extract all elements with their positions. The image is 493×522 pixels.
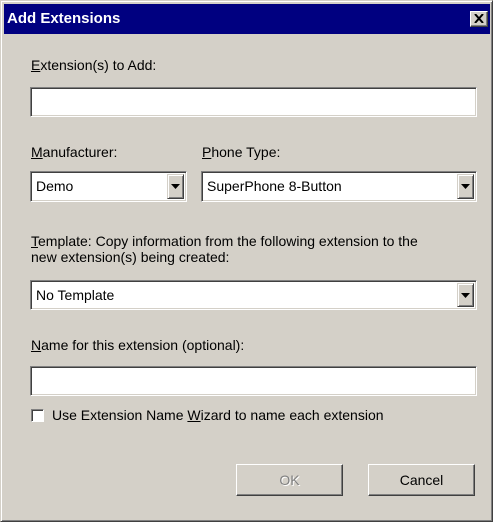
manufacturer-label: Manufacturer: [31,144,118,160]
name-wizard-checkbox-label[interactable]: Use Extension Name Wizard to name each e… [52,407,384,423]
phone-type-select[interactable]: SuperPhone 8-Button [201,171,477,202]
extension-name-input[interactable] [30,366,477,396]
ok-button[interactable]: OK [236,464,343,496]
template-selected-value: No Template [36,287,115,303]
manufacturer-selected-value: Demo [36,178,74,194]
extensions-to-add-input[interactable] [30,87,477,117]
template-label: Template: Copy information from the foll… [31,233,418,265]
template-dropdown-button[interactable] [457,283,474,307]
phone-type-selected-value: SuperPhone 8-Button [207,178,342,194]
title-bar[interactable]: Add Extensions [4,4,490,34]
phone-type-label: Phone Type: [202,144,281,160]
extension-name-label: Name for this extension (optional): [31,337,245,353]
close-button[interactable] [470,11,488,27]
chevron-down-icon [171,184,180,189]
manufacturer-dropdown-button[interactable] [167,174,184,199]
chevron-down-icon [461,184,470,189]
cancel-button-label: Cancel [399,472,444,488]
close-icon [474,14,484,23]
dialog-title: Add Extensions [7,10,121,27]
chevron-down-icon [461,293,470,298]
phone-type-dropdown-button[interactable] [457,174,474,199]
name-wizard-checkbox[interactable] [31,409,44,422]
template-select[interactable]: No Template [30,280,477,310]
extensions-to-add-label: Extension(s) to Add: [31,57,157,73]
manufacturer-select[interactable]: Demo [30,171,187,202]
ok-button-label: OK [279,472,300,488]
cancel-button[interactable]: Cancel [368,464,475,496]
add-extensions-dialog: Add Extensions Extension(s) to Add: Manu… [0,0,493,522]
